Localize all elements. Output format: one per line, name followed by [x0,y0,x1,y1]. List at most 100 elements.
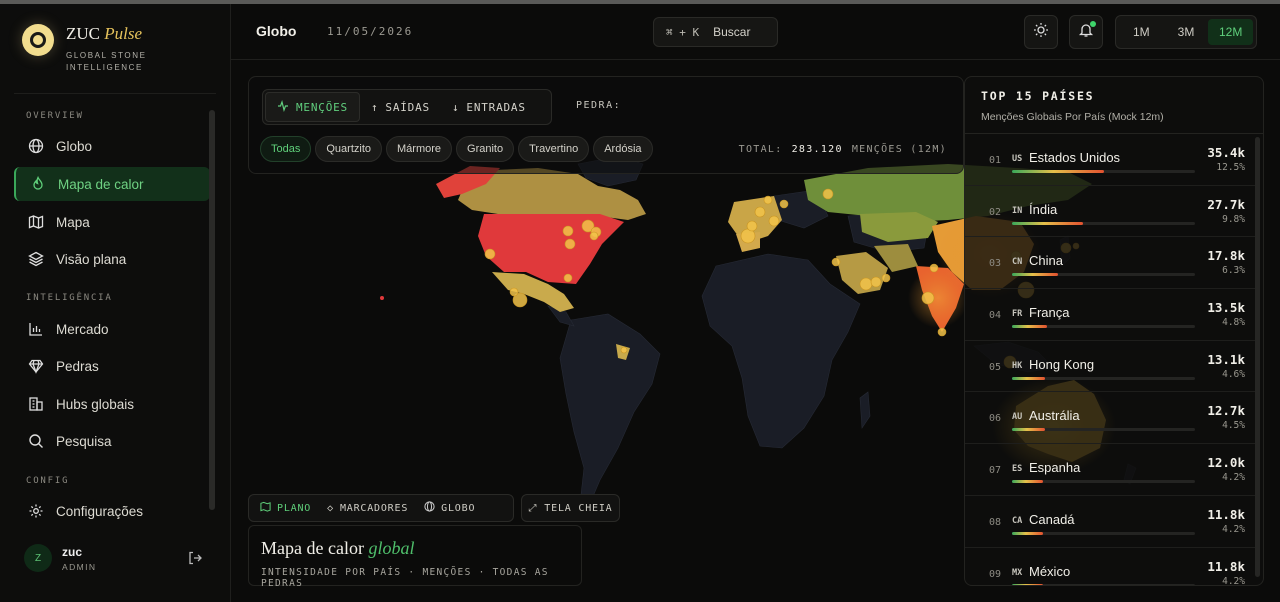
metric-label: SAÍDAS [385,100,430,114]
metric-mencoes-button[interactable]: MENÇÕES [265,92,360,122]
total-unit: MENÇÕES (12M) [851,144,947,155]
view-plano-button[interactable]: PLANO [252,497,319,519]
country-value: 27.7k [1207,196,1245,212]
logout-icon[interactable] [188,551,202,568]
sidebar-item-hubs-globais[interactable]: Hubs globais [14,387,210,421]
sidebar-item-visao-plana[interactable]: Visão plana [14,242,210,276]
country-share-fill [1012,376,1045,380]
panel-title: TOP 15 PAÍSES [981,89,1095,103]
sidebar-item-label: Hubs globais [56,396,135,412]
view-label: PLANO [277,502,312,514]
chip-todas[interactable]: Todas [260,136,312,162]
view-marcadores-button[interactable]: ◇ MARCADORES [319,497,416,519]
sidebar-item-label: Configurações [56,503,144,519]
country-value: 11.8k [1207,506,1245,522]
sidebar-item-mapa[interactable]: Mapa [14,205,210,239]
country-rank: 09 [989,568,1002,580]
top-countries-panel: TOP 15 PAÍSES Menções Globais Por País (… [964,76,1264,586]
country-row[interactable]: 02 IN Índia 27.7k 9.8% [965,186,1255,238]
section-inteligencia: INTELIGÊNCIA [26,293,113,303]
country-row[interactable]: 04 FR França 13.5k 4.8% [965,289,1255,341]
country-code: CA [1012,515,1023,526]
user-profile[interactable]: Z zuc ADMIN [24,544,214,572]
country-share-bar [1012,376,1195,380]
country-share-fill [1012,428,1045,432]
country-rank: 02 [989,206,1002,218]
map-icon [28,214,44,230]
pedra-label: PEDRA: [576,100,622,111]
chip-quartzito[interactable]: Quartzito [315,136,382,162]
sidebar-item-mercado[interactable]: Mercado [14,312,210,346]
country-list: 01 US Estados Unidos 35.4k 12.5% 02 IN Índia 27.… [965,134,1255,585]
expand-icon: ⤢ [528,502,538,514]
country-code: ES [1012,464,1023,475]
country-row[interactable]: 06 AU Austrália 12.7k 4.5% [965,392,1255,445]
country-name: França [1029,305,1070,321]
range-1m-button[interactable]: 1M [1119,19,1164,45]
gear-icon [28,503,44,519]
panel-scrollbar[interactable] [1255,137,1260,577]
activity-icon [277,99,289,115]
metric-selector: MENÇÕES ↑ SAÍDAS ↓ ENTRADAS [262,89,552,125]
country-value: 13.5k [1207,300,1245,316]
country-row[interactable]: 01 US Estados Unidos 35.4k 12.5% [965,134,1255,186]
metric-saidas-button[interactable]: ↑ SAÍDAS [360,92,441,122]
user-name: zuc [62,544,83,559]
country-value: 17.8k [1207,248,1245,264]
country-name: México [1029,563,1071,579]
country-value: 12.7k [1207,403,1245,419]
chip-ardosia[interactable]: Ardósia [593,136,653,162]
view-globo-button[interactable]: GLOBO [416,497,483,519]
country-row[interactable]: 03 CN China 17.8k 6.3% [965,237,1255,290]
country-row[interactable]: 08 CA Canadá 11.8k 4.2% [965,496,1255,548]
sidebar-item-label: Pesquisa [56,433,112,449]
range-selector: 1M 3M 12M [1115,15,1257,49]
country-rank: 01 [989,155,1002,166]
building-icon [28,396,44,412]
sidebar-item-pedras[interactable]: Pedras [14,349,210,383]
sidebar-item-pesquisa[interactable]: Pesquisa [14,424,210,458]
country-name: Hong Kong [1029,356,1095,372]
bar-chart-icon [28,321,44,337]
country-code: AU [1012,412,1023,423]
range-12m-button[interactable]: 12M [1208,19,1254,45]
total-value: 283.120 [791,144,843,155]
country-share-bar [1012,325,1195,329]
search-label: Buscar [713,25,751,39]
map-controls: MENÇÕES ↑ SAÍDAS ↓ ENTRADAS PEDRA: Todas… [248,76,964,174]
country-rank: 08 [989,516,1002,528]
metric-entradas-button[interactable]: ↓ ENTRADAS [441,92,537,122]
chip-granito[interactable]: Granito [456,136,515,162]
fullscreen-button[interactable]: ⤢ TELA CHEIA [521,494,620,522]
search-button[interactable]: ⌘ + K Buscar [653,17,778,47]
country-row[interactable]: 07 ES Espanha 12.0k 4.2% [965,444,1255,496]
sidebar-item-configuracoes[interactable]: Configurações [14,494,210,528]
sidebar-item-label: Visão plana [56,251,127,267]
country-percent: 9.8% [1222,213,1245,225]
country-share-fill [1012,170,1104,173]
country-share-fill [1012,531,1044,535]
theme-toggle-button[interactable] [1024,15,1058,49]
chip-travertino[interactable]: Travertino [518,136,590,162]
country-code: CN [1012,257,1023,268]
caption-subtitle: INTENSIDADE POR PAÍS · MENÇÕES · TODAS A… [261,567,549,589]
country-row[interactable]: 09 MX México 11.8k 4.2% [965,548,1255,585]
sidebar-item-label: Mapa de calor [58,176,144,192]
country-percent: 4.8% [1222,317,1245,329]
sidebar-item-globo[interactable]: Globo [14,129,210,163]
sidebar-scrollbar[interactable] [209,110,215,510]
brand[interactable]: ZUC Pulse GLOBAL STONE INTELLIGENCE [22,24,147,74]
country-value: 11.8k [1207,558,1245,574]
chip-marmore[interactable]: Mármore [386,136,453,162]
country-name: Austrália [1029,408,1080,424]
range-3m-button[interactable]: 3M [1164,19,1209,45]
country-rank: 05 [989,361,1002,373]
sidebar-item-mapa-de-calor[interactable]: Mapa de calor [14,167,210,201]
layers-icon [28,251,44,267]
country-value: 13.1k [1207,351,1245,367]
stone-filter-chips: Todas Quartzito Mármore Granito Traverti… [260,136,653,162]
notifications-button[interactable] [1069,15,1103,49]
sidebar-item-label: Mercado [56,321,109,337]
country-row[interactable]: 05 HK Hong Kong 13.1k 4.6% [965,341,1255,393]
sidebar-item-label: Pedras [56,358,99,374]
